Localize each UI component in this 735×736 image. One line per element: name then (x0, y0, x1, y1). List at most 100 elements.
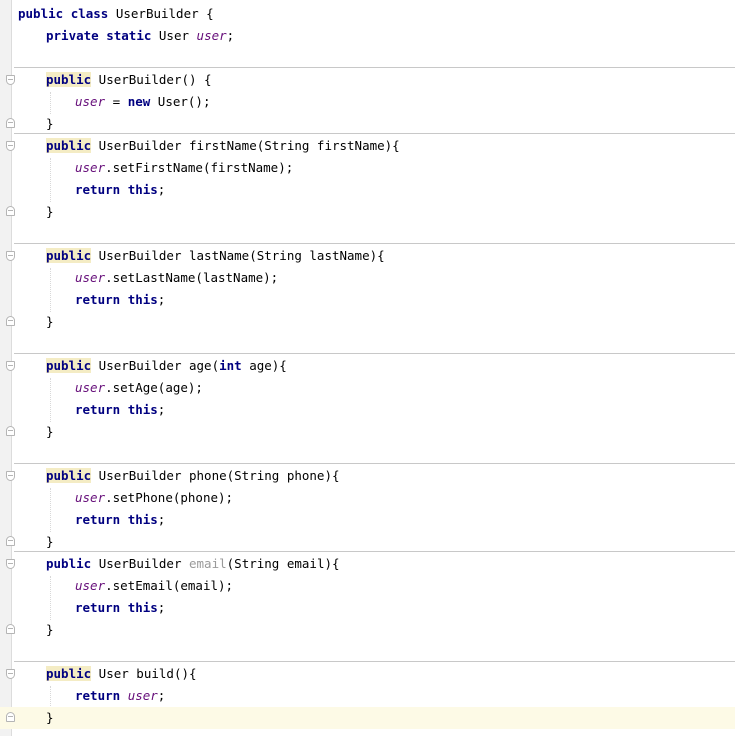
keyword: public (46, 358, 92, 373)
fold-open-icon[interactable] (6, 471, 15, 481)
code-line[interactable]: return user; (0, 685, 735, 707)
fold-close-icon[interactable] (6, 426, 15, 436)
fold-open-icon[interactable] (6, 141, 15, 151)
keyword: this (127, 600, 158, 615)
code-text: age){ (241, 358, 287, 373)
code-text: ; (157, 292, 166, 307)
code-line[interactable]: return this; (0, 509, 735, 531)
keyword: return (75, 292, 128, 307)
code-line[interactable]: return this; (0, 399, 735, 421)
code-line[interactable]: user.setAge(age); (0, 377, 735, 399)
field-ref: user (75, 380, 106, 395)
keyword: return (75, 182, 128, 197)
code-text: } (46, 710, 54, 725)
code-text: UserBuilder() { (91, 72, 212, 87)
field-ref: user (75, 578, 106, 593)
line-code: user = new User(); (75, 91, 210, 113)
code-text: UserBuilder firstName(String firstName){ (91, 138, 400, 153)
fold-close-icon[interactable] (6, 712, 15, 722)
line-code: private static User user; (46, 25, 234, 47)
current-code-line[interactable]: } (0, 707, 735, 729)
code-text: } (46, 116, 54, 131)
keyword: class (70, 6, 116, 21)
keyword: this (127, 402, 158, 417)
code-line[interactable]: user.setLastName(lastName); (0, 267, 735, 289)
code-line[interactable] (0, 333, 735, 355)
fold-open-icon[interactable] (6, 75, 15, 85)
line-code: public UserBuilder lastName(String lastN… (46, 245, 385, 267)
code-text: UserBuilder { (115, 6, 214, 21)
fold-open-icon[interactable] (6, 361, 15, 371)
code-line[interactable]: public UserBuilder firstName(String firs… (0, 135, 735, 157)
code-text: UserBuilder (98, 556, 189, 571)
fold-close-icon[interactable] (6, 206, 15, 216)
code-line[interactable]: user.setEmail(email); (0, 575, 735, 597)
line-code: public UserBuilder email(String email){ (46, 553, 340, 575)
code-editor[interactable]: public class UserBuilder { private stati… (0, 0, 735, 736)
line-code: return this; (75, 509, 165, 531)
code-line[interactable] (0, 223, 735, 245)
keyword: public (18, 6, 71, 21)
code-line[interactable]: } (0, 421, 735, 443)
keyword: this (127, 292, 158, 307)
fold-open-icon[interactable] (6, 559, 15, 569)
line-code: } (46, 619, 54, 641)
code-line[interactable] (0, 47, 735, 69)
code-line[interactable] (0, 443, 735, 465)
code-line[interactable]: public UserBuilder lastName(String lastN… (0, 245, 735, 267)
unused-identifier: email (189, 556, 227, 571)
code-text: UserBuilder phone(String phone){ (91, 468, 340, 483)
line-code: user.setLastName(lastName); (75, 267, 278, 289)
code-text: .setLastName(lastName); (105, 270, 279, 285)
code-line[interactable]: user = new User(); (0, 91, 735, 113)
keyword: public (46, 72, 92, 87)
fold-close-icon[interactable] (6, 118, 15, 128)
code-line[interactable]: } (0, 113, 735, 135)
code-line[interactable]: public UserBuilder age(int age){ (0, 355, 735, 377)
code-line[interactable]: return this; (0, 179, 735, 201)
line-code: user.setPhone(phone); (75, 487, 233, 509)
code-text: .setAge(age); (105, 380, 203, 395)
code-line[interactable]: user.setFirstName(firstName); (0, 157, 735, 179)
code-line[interactable]: } (0, 201, 735, 223)
code-line[interactable]: return this; (0, 597, 735, 619)
keyword: private (46, 28, 107, 43)
line-code: return user; (75, 685, 165, 707)
code-line[interactable]: public UserBuilder phone(String phone){ (0, 465, 735, 487)
fold-close-icon[interactable] (6, 624, 15, 634)
line-code: public UserBuilder firstName(String firs… (46, 135, 400, 157)
code-text: User(); (157, 94, 211, 109)
code-line[interactable]: user.setPhone(phone); (0, 487, 735, 509)
code-line[interactable]: } (0, 619, 735, 641)
line-code: } (46, 421, 54, 443)
code-text: } (46, 534, 54, 549)
fold-close-icon[interactable] (6, 316, 15, 326)
line-code: return this; (75, 179, 165, 201)
code-line[interactable]: public UserBuilder() { (0, 69, 735, 91)
fold-open-icon[interactable] (6, 251, 15, 261)
fold-close-icon[interactable] (6, 536, 15, 546)
fold-open-icon[interactable] (6, 669, 15, 679)
keyword: return (75, 688, 128, 703)
code-text: } (46, 622, 54, 637)
code-text: User (158, 28, 197, 43)
code-line[interactable]: public UserBuilder email(String email){ (0, 553, 735, 575)
field-ref: user (75, 490, 106, 505)
code-line[interactable]: } (0, 531, 735, 553)
code-text: ; (226, 28, 235, 43)
code-line[interactable]: private static User user; (0, 25, 735, 47)
code-text: UserBuilder age( (91, 358, 220, 373)
field-ref: user (127, 688, 158, 703)
line-code: public UserBuilder age(int age){ (46, 355, 287, 377)
code-line[interactable] (0, 641, 735, 663)
keyword: new (127, 94, 158, 109)
code-line[interactable]: } (0, 311, 735, 333)
code-text: User build(){ (91, 666, 197, 681)
code-line[interactable]: public class UserBuilder { (0, 3, 735, 25)
keyword: return (75, 600, 128, 615)
code-text: (String email){ (226, 556, 340, 571)
line-code: } (46, 113, 54, 135)
code-line[interactable]: public User build(){ (0, 663, 735, 685)
code-line[interactable]: return this; (0, 289, 735, 311)
keyword: int (219, 358, 242, 373)
